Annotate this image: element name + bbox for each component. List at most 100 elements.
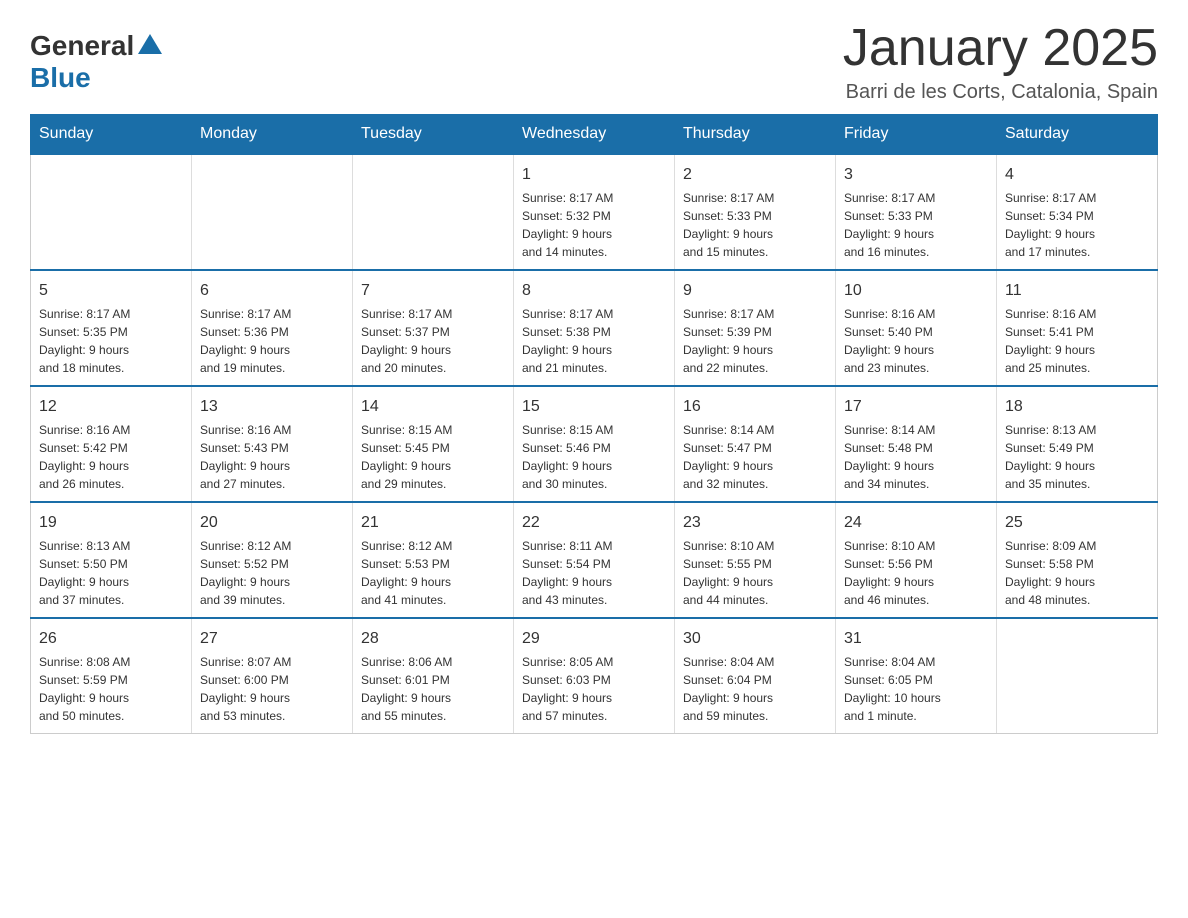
- calendar-cell: 11Sunrise: 8:16 AMSunset: 5:41 PMDayligh…: [997, 270, 1158, 386]
- calendar-cell: 8Sunrise: 8:17 AMSunset: 5:38 PMDaylight…: [514, 270, 675, 386]
- calendar-cell: 6Sunrise: 8:17 AMSunset: 5:36 PMDaylight…: [192, 270, 353, 386]
- day-number: 6: [200, 279, 344, 303]
- calendar-cell: [353, 154, 514, 270]
- weekday-header-friday: Friday: [836, 115, 997, 155]
- calendar-cell: 17Sunrise: 8:14 AMSunset: 5:48 PMDayligh…: [836, 386, 997, 502]
- day-number: 10: [844, 279, 988, 303]
- day-info: Sunrise: 8:17 AMSunset: 5:39 PMDaylight:…: [683, 305, 827, 377]
- calendar-cell: [192, 154, 353, 270]
- day-info: Sunrise: 8:17 AMSunset: 5:38 PMDaylight:…: [522, 305, 666, 377]
- day-info: Sunrise: 8:04 AMSunset: 6:05 PMDaylight:…: [844, 653, 988, 725]
- day-info: Sunrise: 8:16 AMSunset: 5:41 PMDaylight:…: [1005, 305, 1149, 377]
- day-number: 27: [200, 627, 344, 651]
- day-info: Sunrise: 8:14 AMSunset: 5:48 PMDaylight:…: [844, 421, 988, 493]
- weekday-header-monday: Monday: [192, 115, 353, 155]
- weekday-header-thursday: Thursday: [675, 115, 836, 155]
- weekday-header-row: SundayMondayTuesdayWednesdayThursdayFrid…: [31, 115, 1158, 155]
- day-info: Sunrise: 8:13 AMSunset: 5:49 PMDaylight:…: [1005, 421, 1149, 493]
- day-info: Sunrise: 8:17 AMSunset: 5:33 PMDaylight:…: [844, 189, 988, 261]
- day-number: 8: [522, 279, 666, 303]
- day-number: 15: [522, 395, 666, 419]
- calendar-cell: 22Sunrise: 8:11 AMSunset: 5:54 PMDayligh…: [514, 502, 675, 618]
- calendar-cell: 30Sunrise: 8:04 AMSunset: 6:04 PMDayligh…: [675, 618, 836, 734]
- day-info: Sunrise: 8:17 AMSunset: 5:35 PMDaylight:…: [39, 305, 183, 377]
- week-row-5: 26Sunrise: 8:08 AMSunset: 5:59 PMDayligh…: [31, 618, 1158, 734]
- day-info: Sunrise: 8:13 AMSunset: 5:50 PMDaylight:…: [39, 537, 183, 609]
- day-info: Sunrise: 8:12 AMSunset: 5:53 PMDaylight:…: [361, 537, 505, 609]
- day-number: 23: [683, 511, 827, 535]
- calendar-cell: 27Sunrise: 8:07 AMSunset: 6:00 PMDayligh…: [192, 618, 353, 734]
- logo-blue-text: Blue: [30, 62, 91, 94]
- calendar-subtitle: Barri de les Corts, Catalonia, Spain: [843, 81, 1158, 104]
- weekday-header-saturday: Saturday: [997, 115, 1158, 155]
- day-number: 12: [39, 395, 183, 419]
- day-number: 24: [844, 511, 988, 535]
- calendar-cell: 29Sunrise: 8:05 AMSunset: 6:03 PMDayligh…: [514, 618, 675, 734]
- calendar-cell: 18Sunrise: 8:13 AMSunset: 5:49 PMDayligh…: [997, 386, 1158, 502]
- day-info: Sunrise: 8:14 AMSunset: 5:47 PMDaylight:…: [683, 421, 827, 493]
- calendar-cell: 3Sunrise: 8:17 AMSunset: 5:33 PMDaylight…: [836, 154, 997, 270]
- day-number: 3: [844, 163, 988, 187]
- logo: General Blue: [30, 30, 162, 94]
- calendar-cell: 13Sunrise: 8:16 AMSunset: 5:43 PMDayligh…: [192, 386, 353, 502]
- calendar-cell: 2Sunrise: 8:17 AMSunset: 5:33 PMDaylight…: [675, 154, 836, 270]
- calendar-cell: 19Sunrise: 8:13 AMSunset: 5:50 PMDayligh…: [31, 502, 192, 618]
- day-number: 16: [683, 395, 827, 419]
- day-info: Sunrise: 8:06 AMSunset: 6:01 PMDaylight:…: [361, 653, 505, 725]
- calendar-cell: 9Sunrise: 8:17 AMSunset: 5:39 PMDaylight…: [675, 270, 836, 386]
- day-info: Sunrise: 8:10 AMSunset: 5:55 PMDaylight:…: [683, 537, 827, 609]
- day-number: 18: [1005, 395, 1149, 419]
- day-number: 21: [361, 511, 505, 535]
- calendar-header: SundayMondayTuesdayWednesdayThursdayFrid…: [31, 115, 1158, 155]
- day-info: Sunrise: 8:10 AMSunset: 5:56 PMDaylight:…: [844, 537, 988, 609]
- day-info: Sunrise: 8:11 AMSunset: 5:54 PMDaylight:…: [522, 537, 666, 609]
- calendar-cell: 4Sunrise: 8:17 AMSunset: 5:34 PMDaylight…: [997, 154, 1158, 270]
- page-header: General Blue January 2025 Barri de les C…: [30, 20, 1158, 104]
- week-row-2: 5Sunrise: 8:17 AMSunset: 5:35 PMDaylight…: [31, 270, 1158, 386]
- calendar-cell: 1Sunrise: 8:17 AMSunset: 5:32 PMDaylight…: [514, 154, 675, 270]
- calendar-cell: [997, 618, 1158, 734]
- day-info: Sunrise: 8:09 AMSunset: 5:58 PMDaylight:…: [1005, 537, 1149, 609]
- day-number: 14: [361, 395, 505, 419]
- week-row-1: 1Sunrise: 8:17 AMSunset: 5:32 PMDaylight…: [31, 154, 1158, 270]
- calendar-cell: 7Sunrise: 8:17 AMSunset: 5:37 PMDaylight…: [353, 270, 514, 386]
- calendar-cell: 14Sunrise: 8:15 AMSunset: 5:45 PMDayligh…: [353, 386, 514, 502]
- day-number: 19: [39, 511, 183, 535]
- weekday-header-tuesday: Tuesday: [353, 115, 514, 155]
- calendar-cell: 5Sunrise: 8:17 AMSunset: 5:35 PMDaylight…: [31, 270, 192, 386]
- day-info: Sunrise: 8:17 AMSunset: 5:32 PMDaylight:…: [522, 189, 666, 261]
- day-number: 5: [39, 279, 183, 303]
- calendar-title: January 2025: [843, 20, 1158, 77]
- day-info: Sunrise: 8:05 AMSunset: 6:03 PMDaylight:…: [522, 653, 666, 725]
- logo-text: General: [30, 30, 162, 62]
- day-number: 4: [1005, 163, 1149, 187]
- calendar-cell: 28Sunrise: 8:06 AMSunset: 6:01 PMDayligh…: [353, 618, 514, 734]
- day-number: 28: [361, 627, 505, 651]
- day-info: Sunrise: 8:16 AMSunset: 5:40 PMDaylight:…: [844, 305, 988, 377]
- day-info: Sunrise: 8:16 AMSunset: 5:43 PMDaylight:…: [200, 421, 344, 493]
- day-number: 11: [1005, 279, 1149, 303]
- day-number: 25: [1005, 511, 1149, 535]
- day-number: 31: [844, 627, 988, 651]
- day-info: Sunrise: 8:17 AMSunset: 5:34 PMDaylight:…: [1005, 189, 1149, 261]
- weekday-header-wednesday: Wednesday: [514, 115, 675, 155]
- day-info: Sunrise: 8:04 AMSunset: 6:04 PMDaylight:…: [683, 653, 827, 725]
- week-row-3: 12Sunrise: 8:16 AMSunset: 5:42 PMDayligh…: [31, 386, 1158, 502]
- day-number: 9: [683, 279, 827, 303]
- calendar-table: SundayMondayTuesdayWednesdayThursdayFrid…: [30, 114, 1158, 734]
- calendar-cell: 10Sunrise: 8:16 AMSunset: 5:40 PMDayligh…: [836, 270, 997, 386]
- day-number: 1: [522, 163, 666, 187]
- calendar-cell: 25Sunrise: 8:09 AMSunset: 5:58 PMDayligh…: [997, 502, 1158, 618]
- day-info: Sunrise: 8:15 AMSunset: 5:46 PMDaylight:…: [522, 421, 666, 493]
- calendar-cell: 23Sunrise: 8:10 AMSunset: 5:55 PMDayligh…: [675, 502, 836, 618]
- calendar-cell: 21Sunrise: 8:12 AMSunset: 5:53 PMDayligh…: [353, 502, 514, 618]
- day-info: Sunrise: 8:17 AMSunset: 5:33 PMDaylight:…: [683, 189, 827, 261]
- day-info: Sunrise: 8:16 AMSunset: 5:42 PMDaylight:…: [39, 421, 183, 493]
- day-info: Sunrise: 8:17 AMSunset: 5:36 PMDaylight:…: [200, 305, 344, 377]
- day-info: Sunrise: 8:08 AMSunset: 5:59 PMDaylight:…: [39, 653, 183, 725]
- logo-triangle-icon: [138, 34, 162, 54]
- day-number: 29: [522, 627, 666, 651]
- day-info: Sunrise: 8:07 AMSunset: 6:00 PMDaylight:…: [200, 653, 344, 725]
- weekday-header-sunday: Sunday: [31, 115, 192, 155]
- day-number: 30: [683, 627, 827, 651]
